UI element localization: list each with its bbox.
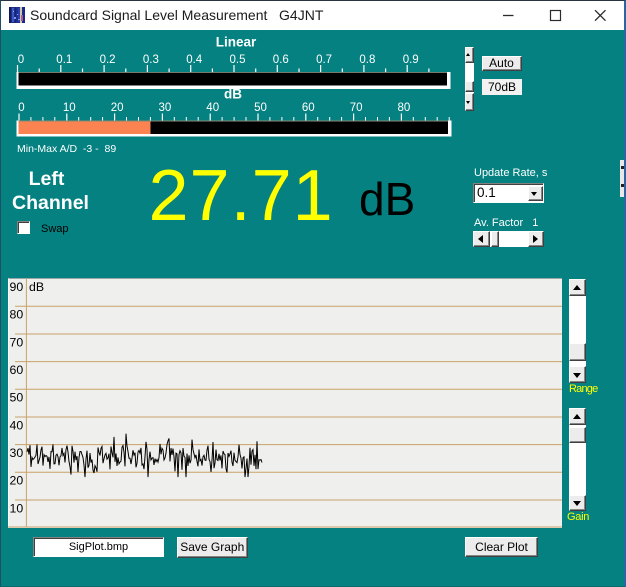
svg-text:0.9: 0.9	[403, 54, 419, 66]
svg-text:dB: dB	[224, 87, 242, 102]
svg-text:30: 30	[159, 102, 172, 114]
svg-text:dB: dB	[29, 280, 44, 294]
svg-text:50: 50	[254, 102, 267, 114]
svg-text:0.1: 0.1	[56, 54, 72, 66]
svg-text:40: 40	[206, 102, 219, 114]
svg-text:30: 30	[10, 446, 24, 460]
svg-text:0: 0	[18, 102, 24, 114]
svg-text:20: 20	[10, 474, 24, 488]
svg-text:0.7: 0.7	[316, 54, 332, 66]
svg-text:0.3: 0.3	[143, 54, 159, 66]
svg-text:0.6: 0.6	[273, 54, 289, 66]
svg-text:40: 40	[10, 418, 24, 432]
svg-text:60: 60	[302, 102, 315, 114]
svg-text:70: 70	[10, 335, 24, 349]
svg-text:Linear: Linear	[216, 35, 257, 50]
svg-text:70: 70	[350, 102, 363, 114]
svg-text:0.5: 0.5	[230, 54, 246, 66]
svg-text:60: 60	[10, 363, 24, 377]
svg-text:0: 0	[18, 54, 24, 66]
svg-text:0.8: 0.8	[359, 54, 375, 66]
svg-text:0.4: 0.4	[186, 54, 203, 66]
svg-text:10: 10	[10, 501, 24, 515]
svg-text:80: 80	[398, 102, 411, 114]
svg-text:50: 50	[10, 391, 24, 405]
svg-text:20: 20	[111, 102, 124, 114]
svg-text:0.2: 0.2	[100, 54, 116, 66]
svg-text:10: 10	[63, 102, 76, 114]
svg-text:90: 90	[10, 280, 24, 294]
svg-text:80: 80	[10, 308, 24, 322]
